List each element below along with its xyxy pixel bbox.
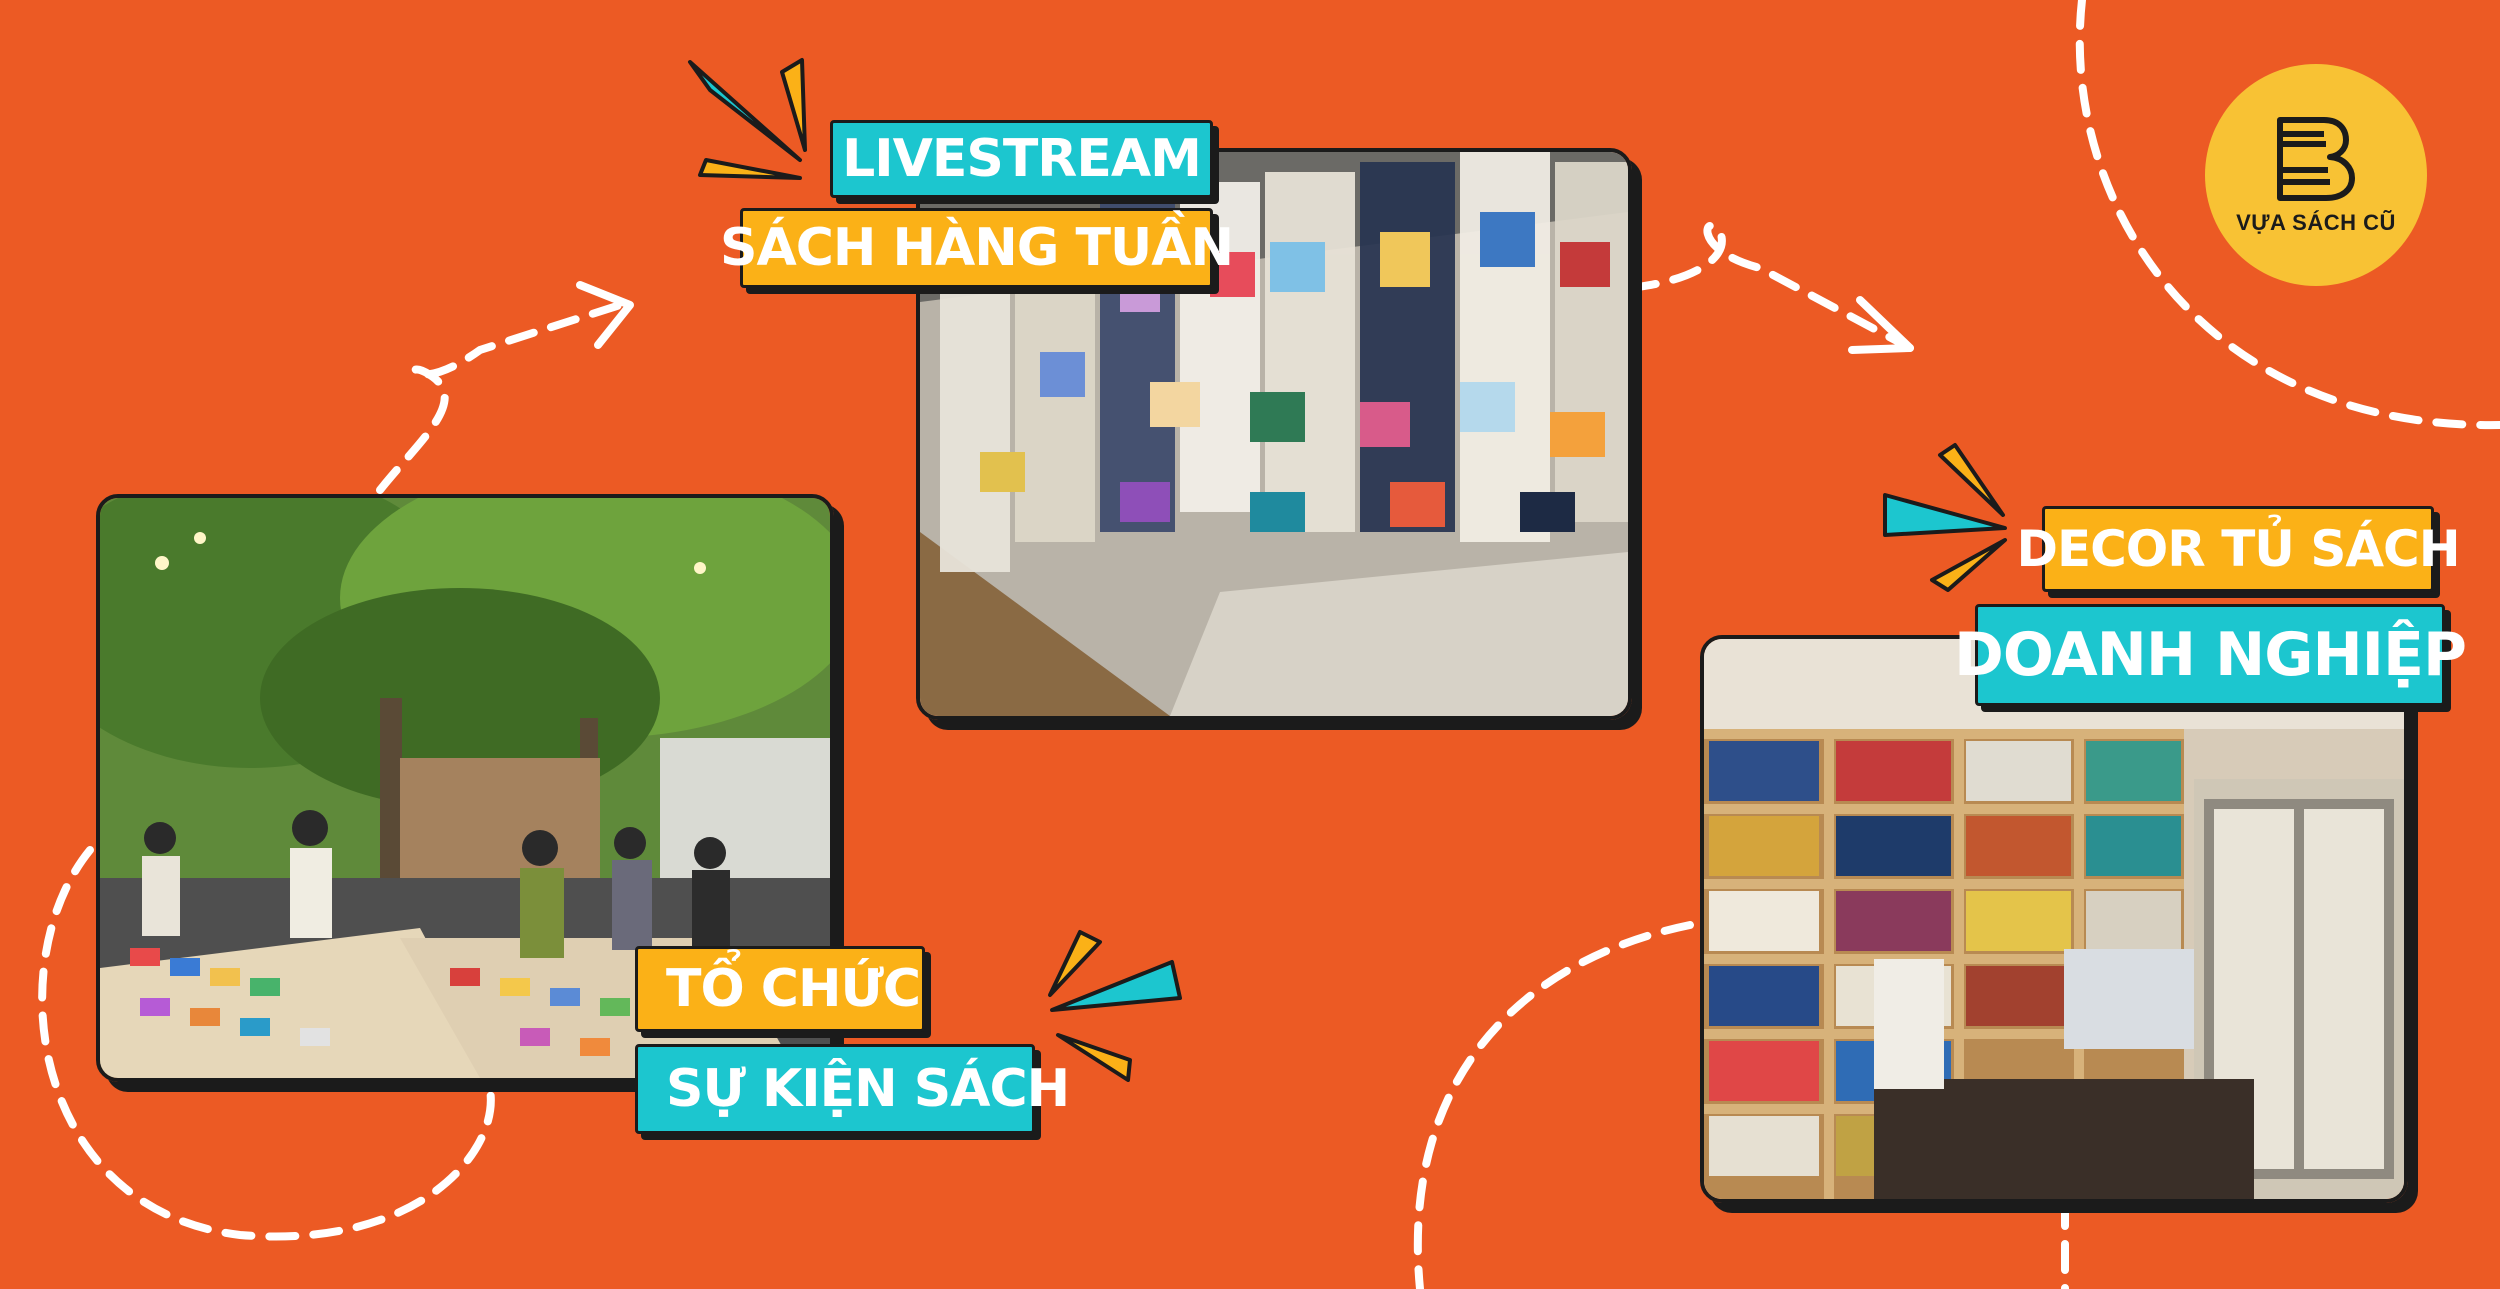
enterprise-label: DOANH NGHIỆP	[1954, 604, 2467, 706]
organize-label-text: TỔ CHỨC	[666, 959, 921, 1019]
enterprise-label-text: DOANH NGHIỆP	[1954, 620, 2467, 690]
livestream-label-text: LIVESTREAM	[842, 129, 1202, 189]
weekly-books-label-text: SÁCH HÀNG TUẦN	[720, 218, 1234, 278]
banner-canvas: LIVESTREAM SÁCH HÀNG TUẦN TỔ CHỨC SỰ KIỆ…	[0, 0, 2500, 1289]
decor-bookshelf-label: DECOR TỦ SÁCH	[2016, 506, 2461, 592]
book-events-label-text: SỰ KIỆN SÁCH	[666, 1059, 1070, 1119]
organize-label: TỔ CHỨC	[635, 946, 925, 1032]
brand-name: VỰA SÁCH CŨ	[2236, 210, 2396, 235]
brand-logo: VỰA SÁCH CŨ	[2205, 64, 2427, 286]
livestream-label: LIVESTREAM	[830, 120, 1213, 198]
book-events-label: SỰ KIỆN SÁCH	[635, 1044, 1070, 1134]
bookshelf-illustration	[1704, 639, 2404, 1199]
weekly-books-label: SÁCH HÀNG TUẦN	[720, 208, 1234, 288]
book-b-logo-icon	[2277, 117, 2355, 201]
office-bookshelf-photo	[1700, 635, 2408, 1203]
decor-bookshelf-label-text: DECOR TỦ SÁCH	[2016, 520, 2460, 578]
